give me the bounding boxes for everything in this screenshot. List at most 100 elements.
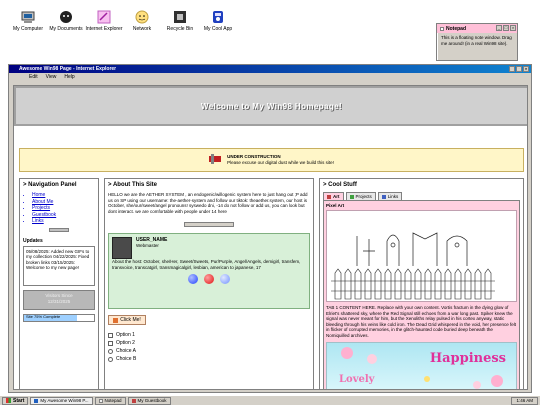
cool-heading: > Cool Stuff xyxy=(323,182,357,188)
task-label: My Awesome Win98 P... xyxy=(40,398,89,403)
nav-divider xyxy=(49,227,69,232)
about-mini-button[interactable] xyxy=(184,222,234,228)
windows-logo-icon xyxy=(6,398,11,403)
task-guestbook[interactable]: My Guestbook xyxy=(127,396,171,405)
nav-link-links[interactable]: Links xyxy=(32,218,95,225)
cool-stuff-panel: > Cool Stuff Art Projects Links Pixel Ar… xyxy=(319,178,524,389)
links-icon xyxy=(381,194,386,199)
click-me-button[interactable]: Click Me! xyxy=(108,315,146,326)
task-label: Notepad xyxy=(104,398,122,403)
start-button[interactable]: Start xyxy=(2,396,29,405)
tab-bar: Art Projects Links xyxy=(323,192,520,200)
minimize-button[interactable]: _ xyxy=(496,25,502,31)
desktop-icon-network[interactable]: Network xyxy=(122,10,162,32)
banner-word-happiness: Happiness xyxy=(429,351,506,366)
tab-label: Projects xyxy=(355,194,372,199)
visitor-counter: Visitors Since 12/31/2025 xyxy=(23,289,95,310)
notepad-window[interactable]: Notepad _ □ × This is a floating note wi… xyxy=(436,23,518,61)
guestbook-icon xyxy=(131,398,136,403)
start-label: Start xyxy=(13,397,25,404)
radio[interactable] xyxy=(108,356,113,362)
welcome-banner: Welcome to My Win98 Homepage! xyxy=(14,86,527,126)
task-label: My Guestbook xyxy=(137,398,167,403)
desktop-icon-my-computer[interactable]: My Computer xyxy=(8,10,48,32)
construction-subtitle: Please excuse our digital dust while we … xyxy=(227,160,334,165)
user-card: USER_NAME Webmaster About the host: Octo… xyxy=(108,233,310,310)
desktop-icon-label: Recycle Bin xyxy=(166,26,194,32)
taskbar: Start My Awesome Win98 P... Notepad My G… xyxy=(0,395,540,405)
tab-links[interactable]: Links xyxy=(377,192,403,200)
checkbox-option-1[interactable]: Option 1 xyxy=(108,331,310,339)
menu-edit[interactable]: Edit xyxy=(29,73,38,81)
window-title: Awesome Win98 Page - Internet Explorer xyxy=(19,66,117,72)
desktop-icon-internet-explorer[interactable]: Internet Explorer xyxy=(84,10,124,32)
updates-heading: Updates xyxy=(23,237,43,244)
option-label: Choice B xyxy=(116,356,137,363)
desktop-icon-label: My Computer xyxy=(12,26,43,32)
art-icon xyxy=(327,194,331,199)
radio[interactable] xyxy=(108,348,113,354)
checkbox[interactable] xyxy=(108,340,113,346)
pixel-art-heading: Pixel Art xyxy=(326,203,345,208)
ie-icon xyxy=(34,398,39,403)
maximize-button[interactable]: □ xyxy=(516,66,522,72)
recycle-bin-icon xyxy=(173,10,187,24)
avatar xyxy=(112,237,132,260)
internet-explorer-icon xyxy=(97,10,111,24)
about-panel: > About This Site HELLO we are the AETHE… xyxy=(104,178,314,389)
updates-box[interactable]: 05/08/2025: Added new GIFs to my collect… xyxy=(23,245,95,286)
page-content: Welcome to My Win98 Homepage! UNDER CONS… xyxy=(13,85,528,390)
option-label: Option 2 xyxy=(116,340,135,347)
window-titlebar[interactable]: Awesome Win98 Page - Internet Explorer _… xyxy=(9,65,531,73)
desktop-icon-recycle-bin[interactable]: Recycle Bin xyxy=(160,10,200,32)
construction-icon xyxy=(209,154,222,166)
menu-view[interactable]: View xyxy=(46,73,57,81)
close-button[interactable]: × xyxy=(523,66,529,72)
about-heading: > About This Site xyxy=(108,182,157,188)
checkbox-option-2[interactable]: Option 2 xyxy=(108,339,310,347)
notepad-title: Notepad xyxy=(446,25,466,32)
checkbox[interactable] xyxy=(108,332,113,338)
navigation-panel: > Navigation Panel Home About Me Project… xyxy=(19,178,99,389)
tab-label: Links xyxy=(387,194,399,199)
orb-icon-red xyxy=(204,274,214,285)
maximize-button[interactable]: □ xyxy=(503,25,509,31)
option-label: Choice A xyxy=(116,348,137,355)
pixel-art-image xyxy=(326,210,517,302)
construction-notice: UNDER CONSTRUCTION Please excuse our dig… xyxy=(19,148,524,172)
tab-projects[interactable]: Projects xyxy=(345,192,376,200)
projects-icon xyxy=(349,194,354,199)
user-bio: About the host: October, she/Her, Sweet/… xyxy=(112,259,301,270)
task-notepad[interactable]: Notepad xyxy=(94,396,126,405)
radio-choice-a[interactable]: Choice A xyxy=(108,347,310,355)
happiness-banner-image: Happiness Lovely xyxy=(326,342,517,389)
desktop-icon-my-documents[interactable]: My Documents xyxy=(46,10,86,32)
menu-help[interactable]: Help xyxy=(64,73,74,81)
nav-heading: > Navigation Panel xyxy=(23,182,77,188)
task-browser[interactable]: My Awesome Win98 P... xyxy=(30,396,93,405)
click-me-label: Click Me! xyxy=(120,317,141,324)
tab-content: Pixel Art TAB 1 CONTENT HERE. Replace wi… xyxy=(323,200,520,389)
browser-window[interactable]: Awesome Win98 Page - Internet Explorer _… xyxy=(8,64,532,393)
minimize-button[interactable]: _ xyxy=(509,66,515,72)
banner-word-lovely: Lovely xyxy=(339,374,375,385)
system-clock: 1:46 AM xyxy=(511,396,538,405)
desktop-icon-my-cool-app[interactable]: My Cool App xyxy=(198,10,238,32)
computer-icon xyxy=(21,10,35,24)
close-button[interactable]: × xyxy=(510,25,516,31)
about-text: HELLO we are the AETHER SYSTEM , an endo… xyxy=(108,192,308,214)
option-label: Option 1 xyxy=(116,332,135,339)
notepad-text: This is a floating note window. Drag me … xyxy=(441,35,512,46)
orb-row xyxy=(112,274,306,285)
desktop-icon-label: My Cool App xyxy=(203,26,233,32)
network-icon xyxy=(135,10,149,24)
nav-list: Home About Me Projects Guestbook Links xyxy=(23,192,95,225)
notepad-icon xyxy=(98,398,103,403)
tab-art[interactable]: Art xyxy=(323,192,344,200)
user-role: Webmaster xyxy=(136,243,159,249)
site-progress-bar: Site 75% Complete xyxy=(23,313,95,322)
desktop-icon-label: My Documents xyxy=(49,26,83,32)
radio-choice-b[interactable]: Choice B xyxy=(108,355,310,363)
menu-bar: Edit View Help xyxy=(9,73,531,81)
notepad-icon xyxy=(440,26,444,31)
